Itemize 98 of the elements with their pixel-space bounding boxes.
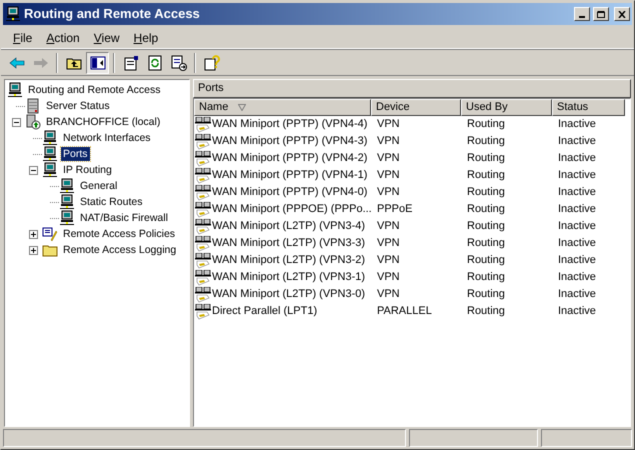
refresh-icon: [146, 54, 162, 70]
menu-item[interactable]: View: [88, 28, 126, 46]
table-cell-text: WAN Miniport (L2TP) (VPN3-2): [212, 253, 366, 268]
column-header[interactable]: Used By: [461, 99, 552, 116]
table-cell-text: VPN: [377, 236, 400, 252]
tree-item[interactable]: Network Interfaces: [61, 131, 153, 145]
table-cell-text: VPN: [377, 287, 400, 302]
table-cell-text: VPN: [377, 151, 400, 166]
computer-icon: [7, 82, 23, 98]
back-arrow-icon: [8, 54, 24, 70]
tree-item[interactable]: BRANCHOFFICE (local): [44, 115, 162, 129]
tree-item[interactable]: Ports: [61, 147, 90, 161]
toolbar-tree-button[interactable]: [86, 52, 109, 74]
table-cell-text: WAN Miniport (L2TP) (VPN3-4): [212, 219, 366, 234]
table-cell-text: WAN Miniport (L2TP) (VPN3-1): [212, 270, 366, 286]
column-header[interactable]: Name: [194, 99, 371, 116]
properties-icon: [122, 54, 138, 70]
tree-item[interactable]: Remote Access Logging: [61, 243, 178, 257]
pane-title: Ports: [198, 81, 224, 96]
tree-item[interactable]: NAT/Basic Firewall: [78, 211, 170, 225]
plus-icon: [30, 230, 36, 238]
table-cell-text: Routing: [467, 236, 505, 252]
menu-item[interactable]: Action: [40, 28, 86, 46]
table-cell-text: Direct Parallel (LPT1): [212, 304, 318, 320]
table-cell-text: VPN: [377, 168, 400, 184]
table-cell-text: PPPoE: [377, 202, 412, 218]
table-cell-text: WAN Miniport (PPTP) (VPN4-1): [212, 168, 368, 184]
table-cell-text: Routing: [467, 185, 505, 200]
table-cell-text: Routing: [467, 219, 505, 234]
help-icon: [204, 54, 220, 70]
window-title: Routing and Remote Access: [24, 5, 201, 24]
table-cell-text: Inactive: [558, 168, 596, 184]
table-cell-text: Routing: [467, 134, 505, 150]
export-list-icon: [170, 54, 186, 70]
server-icon: [25, 114, 41, 130]
table-cell-text: Routing: [467, 270, 505, 286]
table-cell-text: Inactive: [558, 151, 596, 166]
table-cell-text: PARALLEL: [377, 304, 432, 320]
column-header[interactable]: Device: [371, 99, 461, 116]
table-cell-text: WAN Miniport (PPTP) (VPN4-0): [212, 185, 368, 200]
tree-item[interactable]: Routing and Remote Access: [26, 83, 162, 97]
server-icon: [25, 98, 41, 114]
computer-icon: [59, 178, 75, 194]
table-cell-text: VPN: [377, 219, 400, 234]
table-cell-text: VPN: [377, 117, 400, 132]
table-cell-text: VPN: [377, 253, 400, 268]
table-cell-text: WAN Miniport (PPTP) (VPN4-4): [212, 117, 368, 132]
table-cell-text: WAN Miniport (PPTP) (VPN4-2): [212, 151, 368, 166]
computer-icon: [42, 162, 58, 178]
table-cell-text: WAN Miniport (L2TP) (VPN3-3): [212, 236, 366, 252]
table-cell-text: Routing: [467, 287, 505, 302]
table-cell-text: WAN Miniport (PPTP) (VPN4-3): [212, 134, 368, 150]
plus-icon: [30, 246, 36, 254]
close-button[interactable]: [614, 7, 630, 21]
table-cell-text: Inactive: [558, 304, 596, 320]
tree-item[interactable]: Remote Access Policies: [61, 227, 178, 241]
close-icon: [618, 10, 626, 18]
policy-icon: [42, 226, 58, 242]
table-cell-text: WAN Miniport (PPPOE) (PPPo...: [212, 202, 372, 218]
table-cell-text: Inactive: [558, 236, 596, 252]
table-cell-text: Routing: [467, 253, 505, 268]
tree-item[interactable]: IP Routing: [61, 163, 114, 177]
maximize-button[interactable]: [593, 7, 609, 21]
table-cell-text: Inactive: [558, 202, 596, 218]
computer-icon: [42, 146, 58, 162]
tree-item[interactable]: Static Routes: [78, 195, 144, 209]
expand-toggle[interactable]: [28, 246, 38, 254]
tree-pane-icon: [90, 54, 106, 70]
computer-icon: [42, 130, 58, 146]
table-cell-text: VPN: [377, 270, 400, 286]
menu-item[interactable]: File: [7, 28, 38, 46]
menu-item[interactable]: Help: [128, 28, 164, 46]
table-cell-text: Inactive: [558, 219, 596, 234]
table-cell-text: Inactive: [558, 134, 596, 150]
table-cell-text: Inactive: [558, 253, 596, 268]
tree-item[interactable]: Server Status: [44, 99, 112, 113]
expand-toggle[interactable]: [28, 230, 38, 238]
minimize-button[interactable]: [574, 7, 590, 21]
collapse-toggle[interactable]: [12, 118, 20, 126]
collapse-toggle[interactable]: [28, 166, 38, 174]
table-cell-text: Routing: [467, 151, 505, 166]
computer-icon: [59, 194, 75, 210]
table-cell-text: Inactive: [558, 287, 596, 302]
table-cell-text: Routing: [467, 304, 505, 320]
table-cell-text: Inactive: [558, 185, 596, 200]
column-header[interactable]: Status: [552, 99, 625, 116]
computer-icon: [5, 6, 21, 22]
tree-item[interactable]: General: [78, 179, 120, 193]
table-cell-text: Routing: [467, 117, 505, 132]
table-cell-text: VPN: [377, 185, 400, 200]
table-cell-text: Inactive: [558, 117, 596, 132]
table-cell-text: VPN: [377, 134, 400, 150]
computer-icon: [59, 210, 75, 226]
maximize-icon: [597, 10, 605, 18]
table-cell-text: Routing: [467, 168, 505, 184]
table-cell-text: WAN Miniport (L2TP) (VPN3-0): [212, 287, 366, 302]
table-cell-text: Routing: [467, 202, 505, 218]
table-cell-text: Inactive: [558, 270, 596, 286]
